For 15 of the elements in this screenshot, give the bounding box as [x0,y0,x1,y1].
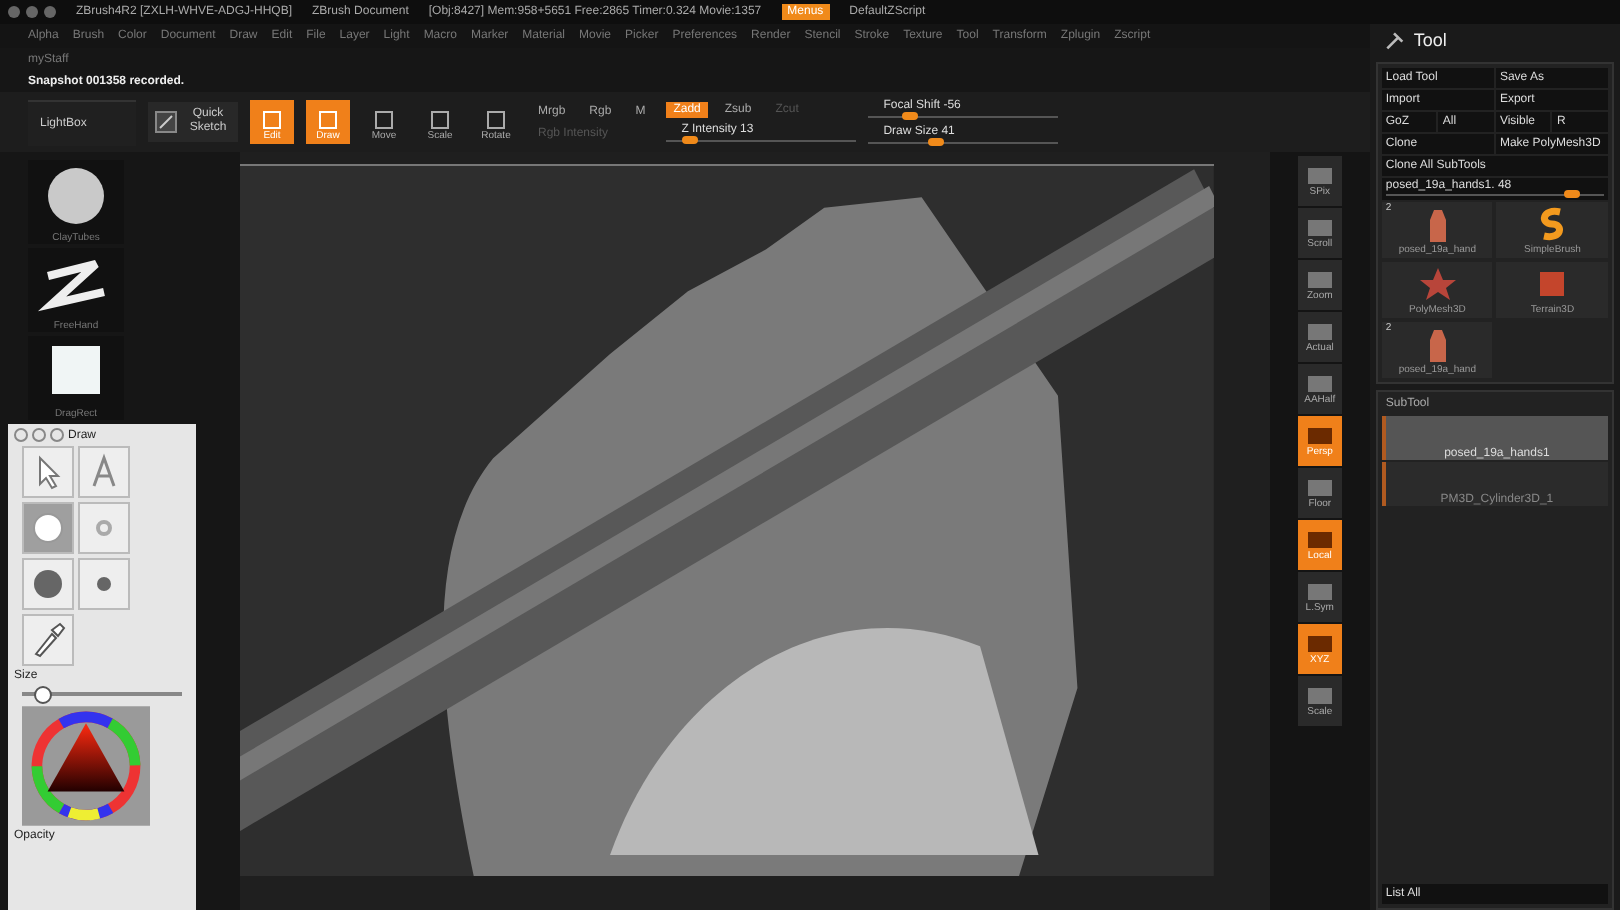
dropper-tool-icon[interactable] [22,614,74,666]
disc-tool-icon[interactable] [22,558,74,610]
sketch-icon [154,110,178,134]
mode-icon [316,110,340,130]
mode-icon [372,110,396,130]
color-wheel-icon[interactable] [22,706,150,826]
dot-tool-icon[interactable] [78,558,130,610]
mode-icon [484,110,508,130]
mode-icon [428,110,452,130]
text-tool-icon[interactable] [78,446,130,498]
panel-title: Tool [1413,30,1447,50]
mode-icon [260,110,284,130]
pointer-tool-icon[interactable] [22,446,74,498]
hammer-icon [1383,30,1404,50]
circle-tool-icon[interactable] [22,502,74,554]
